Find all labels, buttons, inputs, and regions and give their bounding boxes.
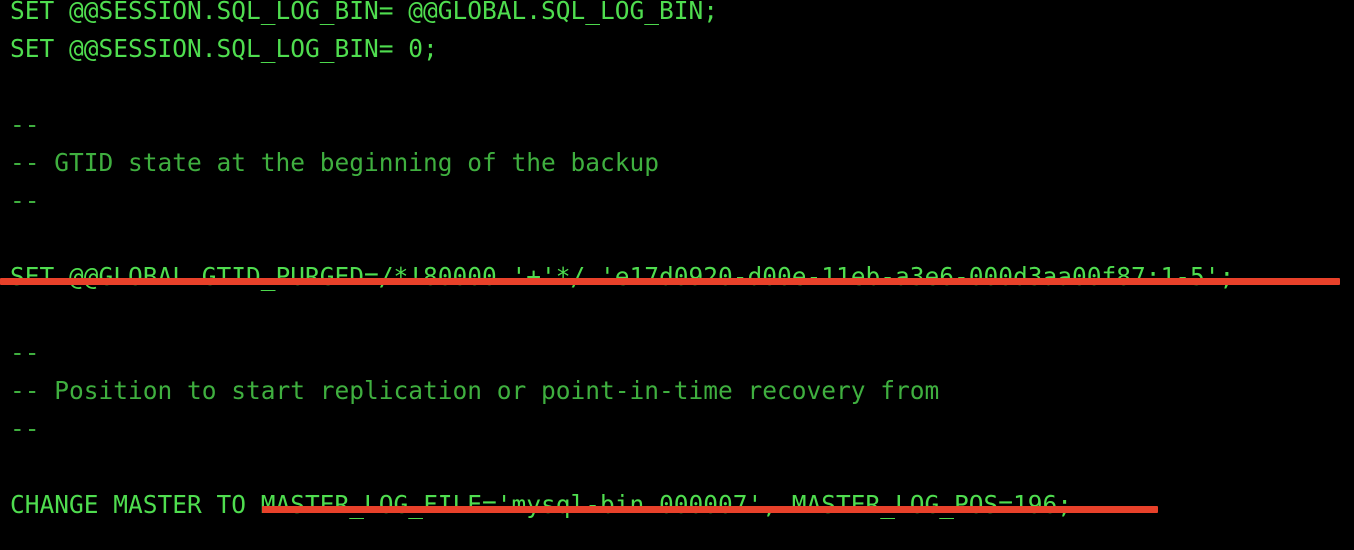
terminal-line: -- Position to start replication or poin… (10, 376, 940, 405)
highlight-underline-master-log (262, 506, 1158, 513)
highlight-underline-gtid-purged (0, 278, 1340, 285)
terminal-line: -- (10, 338, 40, 367)
terminal-line: -- (10, 110, 40, 139)
terminal-line: -- GTID state at the beginning of the ba… (10, 148, 660, 177)
terminal-line: SET @@GLOBAL.GTID_PURGED=/*!80000 '+'*/ … (10, 262, 1235, 291)
terminal-output: SET @@SESSION.SQL_LOG_BIN= @@GLOBAL.SQL_… (10, 0, 1354, 524)
terminal-window: SET @@SESSION.SQL_LOG_BIN= @@GLOBAL.SQL_… (0, 0, 1354, 550)
terminal-line: SET @@SESSION.SQL_LOG_BIN= 0; (10, 34, 438, 63)
terminal-line: -- (10, 186, 40, 215)
terminal-line: CHANGE MASTER TO MASTER_LOG_FILE='mysql-… (10, 490, 1073, 519)
terminal-line: SET @@SESSION.SQL_LOG_BIN= @@GLOBAL.SQL_… (10, 0, 719, 25)
terminal-line: -- (10, 414, 40, 443)
